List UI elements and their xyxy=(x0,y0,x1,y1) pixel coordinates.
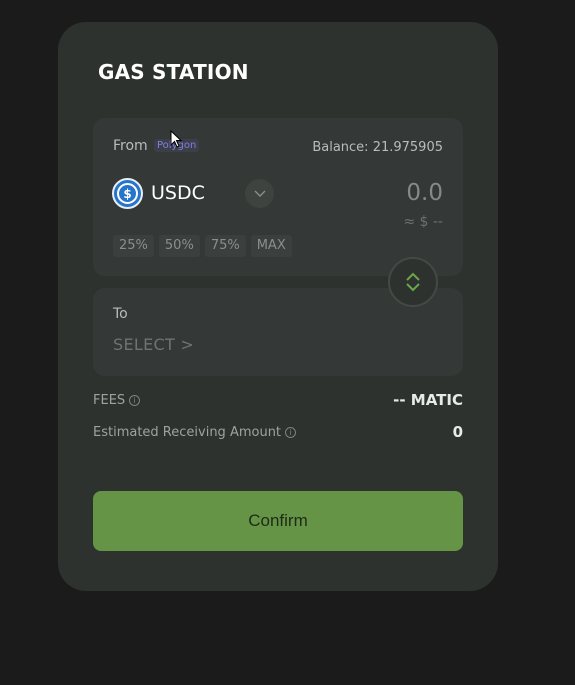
estimated-label: Estimated Receiving Amount xyxy=(93,425,282,440)
estimated-value: 0 xyxy=(452,423,463,441)
percent-25-button[interactable]: 25% xyxy=(113,235,154,257)
estimated-label-row: Estimated Receiving Amount i xyxy=(93,425,297,440)
mouse-cursor-icon xyxy=(170,130,182,148)
to-label: To xyxy=(113,306,128,322)
gas-station-card: GAS STATION From Polygon Balance: 21.975… xyxy=(58,22,498,591)
chevron-down-icon xyxy=(254,190,265,197)
from-label: From xyxy=(113,138,148,154)
percent-buttons: 25% 50% 75% MAX xyxy=(113,235,292,257)
fees-label-row: FEES i xyxy=(93,393,141,408)
usdc-icon[interactable]: $ xyxy=(112,178,143,209)
percent-max-button[interactable]: MAX xyxy=(250,235,292,257)
balance-text: Balance: 21.975905 xyxy=(312,140,443,155)
swap-direction-button[interactable] xyxy=(388,257,438,307)
page-title: GAS STATION xyxy=(98,60,249,84)
from-panel: From Polygon Balance: 21.975905 $ USDC 0… xyxy=(93,118,463,276)
select-token-button[interactable]: SELECT > xyxy=(113,335,194,354)
percent-50-button[interactable]: 50% xyxy=(158,235,200,257)
token-symbol[interactable]: USDC xyxy=(151,182,205,204)
confirm-button[interactable]: Confirm xyxy=(93,491,463,551)
info-icon[interactable]: i xyxy=(285,427,297,438)
info-icon[interactable]: i xyxy=(129,395,141,406)
amount-input[interactable]: 0.0 xyxy=(406,180,443,206)
swap-arrows-icon xyxy=(406,272,420,292)
usd-value: ≈ $ -- xyxy=(403,214,443,230)
fees-value: -- MATIC xyxy=(393,391,463,409)
fees-label: FEES xyxy=(93,393,126,408)
percent-75-button[interactable]: 75% xyxy=(204,235,246,257)
token-dropdown-button[interactable] xyxy=(245,179,274,208)
